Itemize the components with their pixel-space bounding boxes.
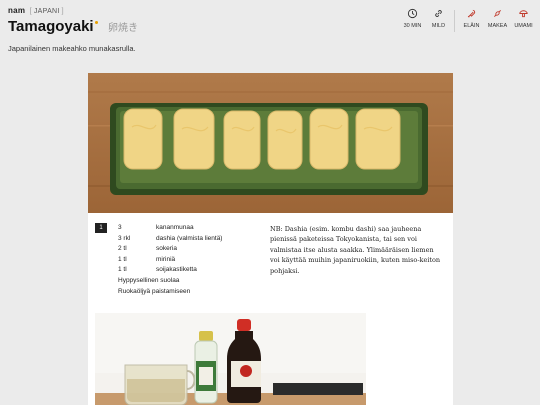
tag-label: UMAMI <box>514 23 533 29</box>
tag-divider <box>454 10 455 32</box>
candy-icon <box>485 8 510 21</box>
tag-label: MILD <box>431 23 446 29</box>
meat-icon <box>459 8 484 21</box>
ingredient-row: Ruokaöljyä paistamiseen <box>118 288 222 299</box>
site-logo[interactable]: nam <box>8 6 25 15</box>
ingredient-name: sokeria <box>156 245 177 253</box>
clock-icon <box>400 8 425 21</box>
tamagoyaki-photo <box>88 73 453 213</box>
tamagoyaki-photo-illustration <box>88 73 453 213</box>
ingredient-amount: 3 rkl <box>118 234 131 242</box>
tag-umami[interactable]: UMAMI <box>511 8 536 32</box>
ingredient-text: Hyppysellinen suolaa <box>118 276 180 284</box>
tag-time[interactable]: 30 MIN <box>400 8 425 32</box>
tag-sweet[interactable]: MAKEA <box>485 8 510 32</box>
tag-mild[interactable]: MILD <box>426 8 451 32</box>
title-row: Tamagoyaki 卵焼き <box>8 18 138 36</box>
ingredients-photo-illustration <box>95 313 366 405</box>
ingredient-row: 1 tl soijakastiketta <box>118 266 222 277</box>
category-link[interactable]: JAPANI <box>34 8 60 15</box>
accent-dot <box>94 21 98 24</box>
ingredient-name: dashia (valmista lientä) <box>156 234 223 242</box>
ingredient-amount: 2 tl <box>118 245 127 253</box>
tag-label: 30 MIN <box>403 23 422 29</box>
ingredient-amount: 1 tl <box>118 266 127 274</box>
ingredient-row: 2 tl sokeria <box>118 245 222 256</box>
link-icon <box>426 8 451 21</box>
ingredients-photo <box>95 313 366 405</box>
tag-label: ELÄIN <box>463 23 480 29</box>
tag-animal[interactable]: ELÄIN <box>459 8 484 32</box>
ingredient-row: 3 rkl dashia (valmista lientä) <box>118 235 222 246</box>
ingredient-amount: 3 <box>118 224 122 231</box>
ingredient-name: kananmunaa <box>156 224 194 231</box>
ingredient-text: Ruokaöljyä paistamiseen <box>118 287 191 295</box>
page-subtitle: Japanilainen makeahko munakasrulla. <box>8 44 136 53</box>
ingredient-name: soijakastiketta <box>156 266 197 274</box>
recipe-tags: 30 MIN MILD ELÄIN MAKEA UMAMI <box>399 8 536 32</box>
header: nam [JAPANI] Tamagoyaki 卵焼き Japanilainen… <box>0 0 540 60</box>
mushroom-icon <box>511 8 536 21</box>
page-title-japanese: 卵焼き <box>108 23 139 34</box>
recipe-content: 1 3 kananmunaa 3 rkl dashia (valmista lien… <box>88 73 453 405</box>
step-number: 1 <box>95 223 107 233</box>
ingredient-list: 3 kananmunaa 3 rkl dashia (valmista lientä… <box>118 224 222 298</box>
ingredient-row: 1 tl miriniä <box>118 256 222 267</box>
tag-label: MAKEA <box>487 23 508 29</box>
page-title: Tamagoyaki <box>8 18 94 35</box>
ingredient-row: 3 kananmunaa <box>118 224 222 235</box>
breadcrumb: nam [JAPANI] <box>8 6 64 15</box>
ingredient-amount: 1 tl <box>118 255 127 263</box>
ingredient-name: miriniä <box>156 255 176 263</box>
recipe-note: NB: Dashia (esim. kombu dashi) saa jauhe… <box>270 225 441 275</box>
ingredient-row: Hyppysellinen suolaa <box>118 277 222 288</box>
